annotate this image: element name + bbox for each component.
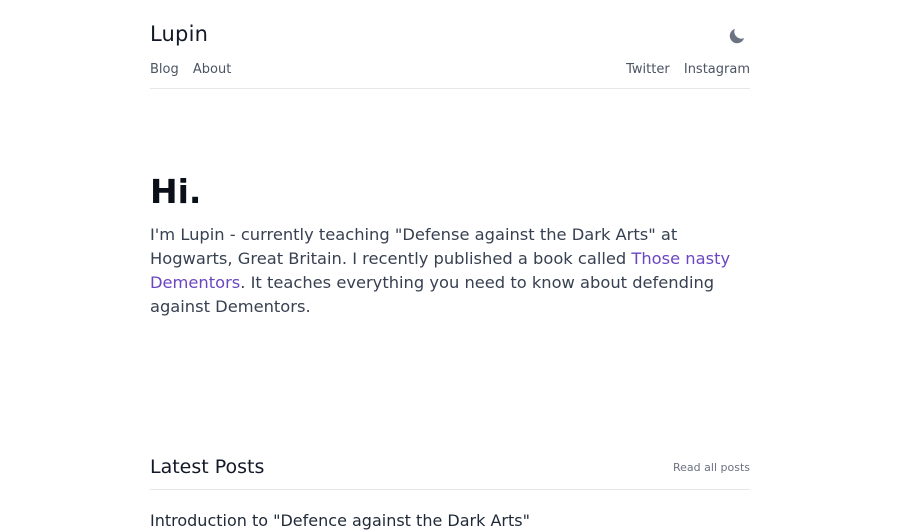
social-nav: Twitter Instagram bbox=[626, 62, 750, 77]
hero-text-start: I'm Lupin - currently teaching "Defense … bbox=[150, 225, 678, 268]
nav-item-about[interactable]: About bbox=[193, 62, 231, 77]
nav-item-instagram[interactable]: Instagram bbox=[684, 62, 750, 77]
moon-icon[interactable] bbox=[727, 26, 747, 46]
latest-posts-divider bbox=[150, 489, 750, 490]
hero-intro-text: I'm Lupin - currently teaching "Defense … bbox=[150, 223, 750, 319]
hero-heading: Hi. bbox=[150, 172, 202, 211]
site-title[interactable]: Lupin bbox=[150, 22, 208, 46]
main-nav: Blog About bbox=[150, 62, 231, 77]
read-all-posts-link[interactable]: Read all posts bbox=[673, 461, 750, 474]
nav-item-blog[interactable]: Blog bbox=[150, 62, 179, 77]
post-title-link[interactable]: Introduction to "Defence against the Dar… bbox=[150, 511, 530, 530]
nav-item-twitter[interactable]: Twitter bbox=[626, 62, 670, 77]
latest-posts-title: Latest Posts bbox=[150, 456, 265, 478]
header-divider bbox=[150, 88, 750, 89]
